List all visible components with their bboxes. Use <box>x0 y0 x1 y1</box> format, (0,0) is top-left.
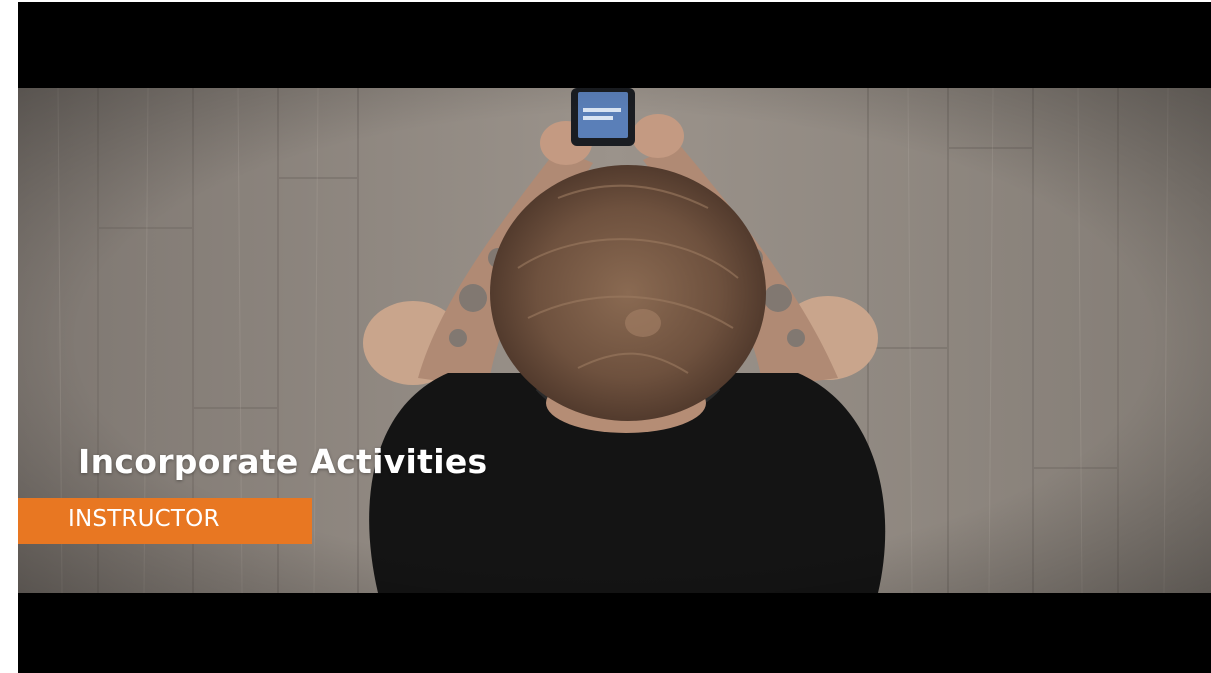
video-frame[interactable]: Incorporate Activities INSTRUCTOR <box>18 2 1211 673</box>
role-label: INSTRUCTOR <box>68 506 220 532</box>
role-badge: INSTRUCTOR <box>18 498 312 544</box>
video-title: Incorporate Activities <box>78 442 488 481</box>
